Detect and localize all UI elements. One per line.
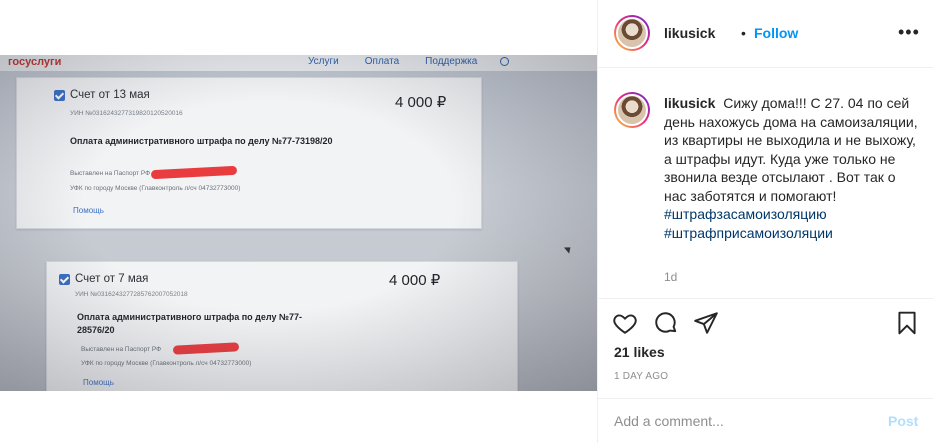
caption-avatar[interactable] [614, 92, 650, 128]
post-comment-button[interactable]: Post [888, 413, 918, 429]
photo-redaction-mark [172, 342, 240, 355]
caption-timestamp[interactable]: 1d [664, 270, 677, 284]
photo-bill-help: Помощь [73, 206, 104, 215]
photo-bill-title: Счет от 7 мая [75, 273, 149, 285]
photo-bill-ufk: УФК по городу Москве (Главконтроль л/сч … [70, 185, 241, 192]
photo-cursor-icon [564, 244, 573, 254]
comment-icon[interactable] [653, 310, 681, 338]
photo-site-nav: Услуги Оплата Поддержка [308, 56, 477, 67]
photo-bill-issued: Выставлен на Паспорт РФ [70, 170, 151, 177]
photo-search-icon [500, 57, 509, 66]
avatar-image [616, 17, 648, 49]
avatar-image [616, 94, 648, 126]
photo-bill-amount: 4 000 ₽ [395, 94, 447, 111]
photo-nav-item: Оплата [364, 56, 400, 67]
post-sidebar: likusick • Follow ••• likusick Сижу дома… [597, 0, 933, 443]
post-header: likusick • Follow ••• [598, 0, 933, 68]
photo-bill-ufk: УФК по городу Москве (Главконтроль л/сч … [81, 360, 252, 367]
caption-username-link[interactable]: likusick [664, 95, 715, 111]
author-avatar[interactable] [614, 15, 650, 51]
post-photo[interactable]: госуслуги Услуги Оплата Поддержка Счет о… [0, 55, 597, 391]
follow-button[interactable]: Follow [754, 25, 798, 41]
photo-redaction-mark [150, 165, 238, 180]
photo-checkbox-icon [59, 274, 70, 285]
photo-bill-amount: 4 000 ₽ [389, 272, 441, 289]
bookmark-icon[interactable] [894, 310, 922, 338]
author-username-link[interactable]: likusick [664, 25, 715, 41]
hashtag-link[interactable]: #штрафприсамоизоляции [664, 224, 918, 243]
more-options-icon[interactable]: ••• [898, 23, 920, 41]
photo-bill-uin: УИН №0316243277285762007052018 [75, 291, 188, 298]
photo-site-logo: госуслуги [8, 56, 62, 68]
post-caption: likusick Сижу дома!!! С 27. 04 по сей де… [664, 94, 918, 242]
photo-nav-item: Услуги [308, 56, 339, 67]
photo-bill-card: Счет от 13 мая 4 000 ₽ УИН №031624327731… [16, 77, 482, 229]
photo-bill-title: Счет от 13 мая [70, 89, 150, 101]
header-separator: • [741, 25, 746, 41]
caption-area: likusick Сижу дома!!! С 27. 04 по сей де… [598, 68, 933, 299]
caption-text: Сижу дома!!! С 27. 04 по сей день нахожу… [664, 95, 918, 204]
photo-checkbox-icon [54, 90, 65, 101]
post-actions [598, 308, 933, 338]
comment-input[interactable] [614, 411, 864, 431]
likes-count[interactable]: 21 likes [614, 344, 665, 360]
photo-bill-issued: Выставлен на Паспорт РФ [81, 346, 162, 353]
post-photo-pane: госуслуги Услуги Оплата Поддержка Счет о… [0, 0, 597, 443]
comment-bar: Post [598, 398, 933, 444]
photo-site-header: госуслуги Услуги Оплата Поддержка [0, 55, 597, 71]
paper-plane-icon[interactable] [693, 310, 721, 338]
photo-bill-purpose: Оплата административного штрафа по делу … [77, 312, 302, 335]
post-date[interactable]: 1 DAY AGO [614, 371, 668, 382]
photo-bill-help: Помощь [83, 378, 114, 387]
photo-nav-item: Поддержка [425, 56, 478, 67]
photo-bill-purpose: Оплата административного штрафа по делу … [70, 136, 333, 146]
photo-bill-card: Счет от 7 мая 4 000 ₽ УИН №0316243277285… [46, 261, 518, 391]
hashtag-link[interactable]: #штрафзасамоизоляцию [664, 205, 918, 224]
heart-icon[interactable] [612, 310, 640, 338]
photo-bill-uin: УИН №0316243277319820120520016 [70, 110, 183, 117]
